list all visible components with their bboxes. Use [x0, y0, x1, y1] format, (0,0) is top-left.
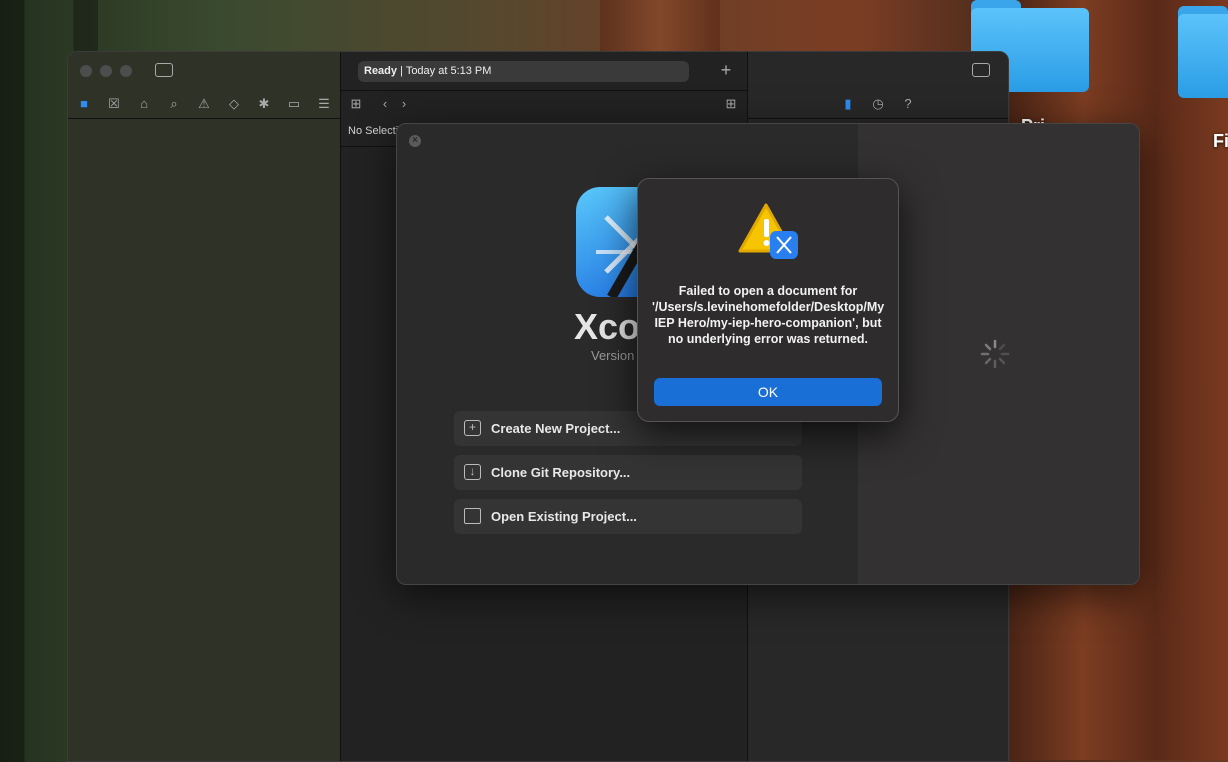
- error-alert-dialog: Failed to open a document for '/Users/s.…: [637, 178, 899, 422]
- status-state: Ready: [364, 65, 398, 77]
- test-icon[interactable]: ◇: [226, 97, 242, 113]
- version-label: Version: [591, 348, 635, 363]
- breakpoint-icon[interactable]: ▭: [286, 97, 302, 113]
- back-chevron-icon[interactable]: ‹: [377, 97, 393, 113]
- issue-icon[interactable]: ⚠: [196, 97, 212, 113]
- folder-icon: [464, 508, 481, 524]
- activity-status: Ready | Today at 5:13 PM: [358, 61, 689, 82]
- add-icon[interactable]: +: [718, 61, 734, 79]
- debug-icon[interactable]: ✱: [256, 97, 272, 113]
- divider: [341, 90, 747, 91]
- minimize-window-button[interactable]: [100, 65, 112, 77]
- divider: [748, 118, 1008, 119]
- source-control-icon[interactable]: ☒: [106, 97, 122, 113]
- navigator-pane: ■ ☒ ⌂ ⌕ ⚠ ◇ ✱ ▭ ☰: [68, 52, 341, 761]
- zoom-window-button[interactable]: [120, 65, 132, 77]
- loading-spinner-icon: [980, 339, 1010, 369]
- recent-projects-pane: [858, 124, 1139, 584]
- divider: [68, 118, 340, 119]
- status-separator: |: [400, 65, 403, 77]
- search-icon[interactable]: ⌕: [166, 97, 182, 113]
- close-window-button[interactable]: [80, 65, 92, 77]
- status-timestamp: Today at 5:13 PM: [405, 65, 492, 77]
- clone-git-repository-button[interactable]: ↓ Clone Git Repository...: [454, 455, 802, 490]
- folder-icon[interactable]: ■: [76, 97, 92, 113]
- grid-icon[interactable]: ⊞: [348, 97, 364, 113]
- clone-git-repository-label: Clone Git Repository...: [491, 465, 631, 480]
- alert-message: Failed to open a document for '/Users/s.…: [652, 284, 885, 346]
- desktop-folder-label: Fi: [1213, 131, 1228, 151]
- warning-icon: [738, 203, 798, 259]
- help-icon[interactable]: ?: [900, 97, 916, 113]
- forward-chevron-icon[interactable]: ›: [396, 97, 412, 113]
- close-icon[interactable]: ×: [409, 135, 421, 147]
- add-editor-icon[interactable]: ⊞: [723, 97, 739, 113]
- file-inspector-icon[interactable]: ▮: [840, 97, 856, 113]
- bookmark-icon[interactable]: ⌂: [136, 97, 152, 113]
- open-existing-project-button[interactable]: Open Existing Project...: [454, 499, 802, 534]
- history-icon[interactable]: ◷: [870, 97, 886, 113]
- open-existing-project-label: Open Existing Project...: [491, 509, 637, 524]
- report-icon[interactable]: ☰: [316, 97, 332, 113]
- sidebar-toggle-icon[interactable]: [155, 63, 173, 77]
- create-new-project-label: Create New Project...: [491, 421, 621, 436]
- desktop-folder[interactable]: [1178, 6, 1228, 98]
- download-tray-icon: ↓: [464, 464, 481, 480]
- ok-button[interactable]: OK: [654, 378, 882, 406]
- plus-square-icon: +: [464, 420, 481, 436]
- inspector-toggle-icon[interactable]: [972, 63, 990, 77]
